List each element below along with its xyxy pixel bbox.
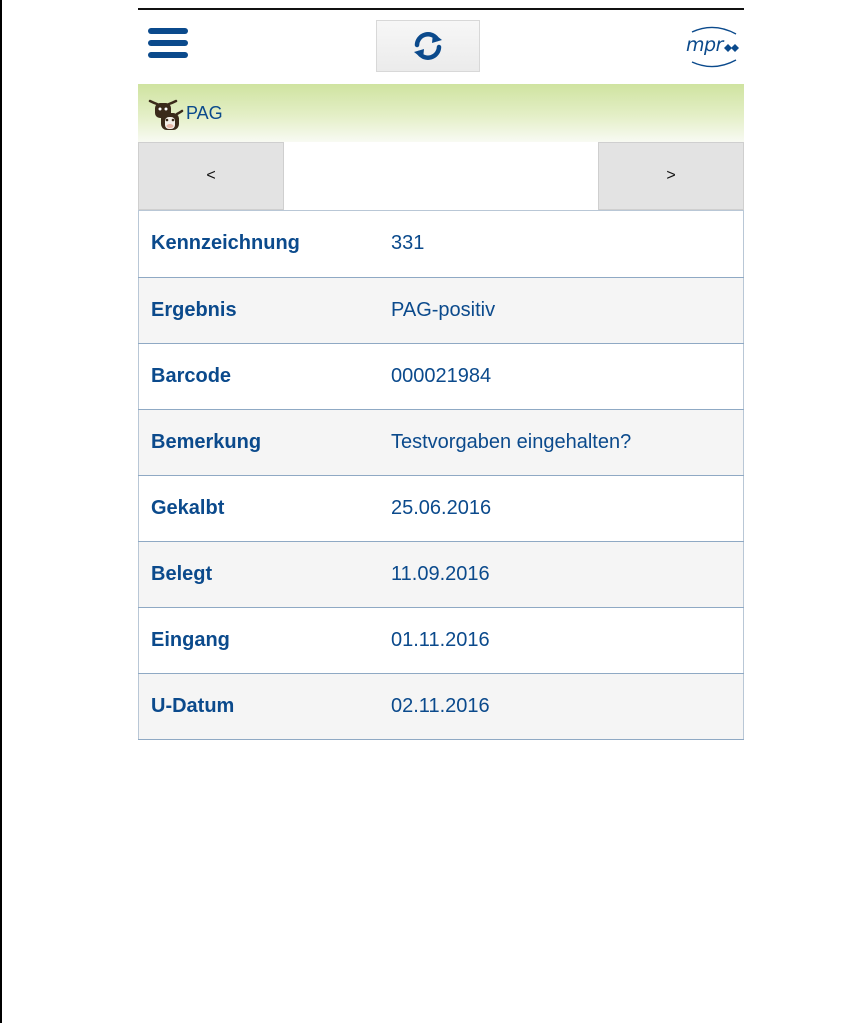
row-label: Bemerkung (151, 430, 262, 453)
table-row: Gekalbt 25.06.2016 (138, 475, 744, 541)
previous-button[interactable]: < (138, 142, 284, 210)
section-title: PAG (186, 102, 223, 123)
table-row: Barcode 000021984 (138, 343, 744, 409)
app-container: mpr PAG < > Kennzeichnung 331 Ergebnis P… (138, 10, 744, 740)
row-value: 02.11.2016 (391, 694, 490, 717)
row-value: PAG-positiv (391, 298, 496, 321)
row-label: Ergebnis (151, 298, 237, 321)
row-label: Gekalbt (151, 496, 225, 519)
mpr-logo: mpr (684, 26, 744, 70)
table-row: Ergebnis PAG-positiv (138, 277, 744, 343)
cow-icon (148, 99, 184, 130)
table-row: U-Datum 02.11.2016 (138, 673, 744, 739)
next-button[interactable]: > (598, 142, 744, 210)
logo-text: mpr (686, 34, 723, 56)
record-pager: < > (138, 142, 744, 211)
row-label: Barcode (151, 364, 232, 387)
row-label: U-Datum (151, 694, 235, 717)
section-header: PAG (138, 84, 744, 142)
row-label: Eingang (151, 628, 230, 651)
row-value: 01.11.2016 (391, 628, 490, 651)
sync-icon (414, 32, 442, 60)
table-row: Kennzeichnung 331 (138, 211, 744, 277)
pager-center (284, 142, 598, 210)
hamburger-menu-icon[interactable] (148, 28, 188, 64)
row-label: Belegt (151, 562, 213, 585)
table-row: Eingang 01.11.2016 (138, 607, 744, 673)
top-bar: mpr (138, 10, 744, 84)
refresh-button[interactable] (376, 20, 480, 72)
details-table: Kennzeichnung 331 Ergebnis PAG-positiv B… (138, 211, 744, 740)
row-value: Testvorgaben eingehalten? (391, 430, 632, 453)
row-value: 331 (391, 232, 425, 255)
row-label: Kennzeichnung (151, 232, 300, 255)
row-value: 25.06.2016 (391, 496, 492, 519)
row-value: 000021984 (391, 364, 492, 387)
table-row: Bemerkung Testvorgaben eingehalten? (138, 409, 744, 475)
table-row: Belegt 11.09.2016 (138, 541, 744, 607)
row-value: 11.09.2016 (391, 562, 490, 585)
